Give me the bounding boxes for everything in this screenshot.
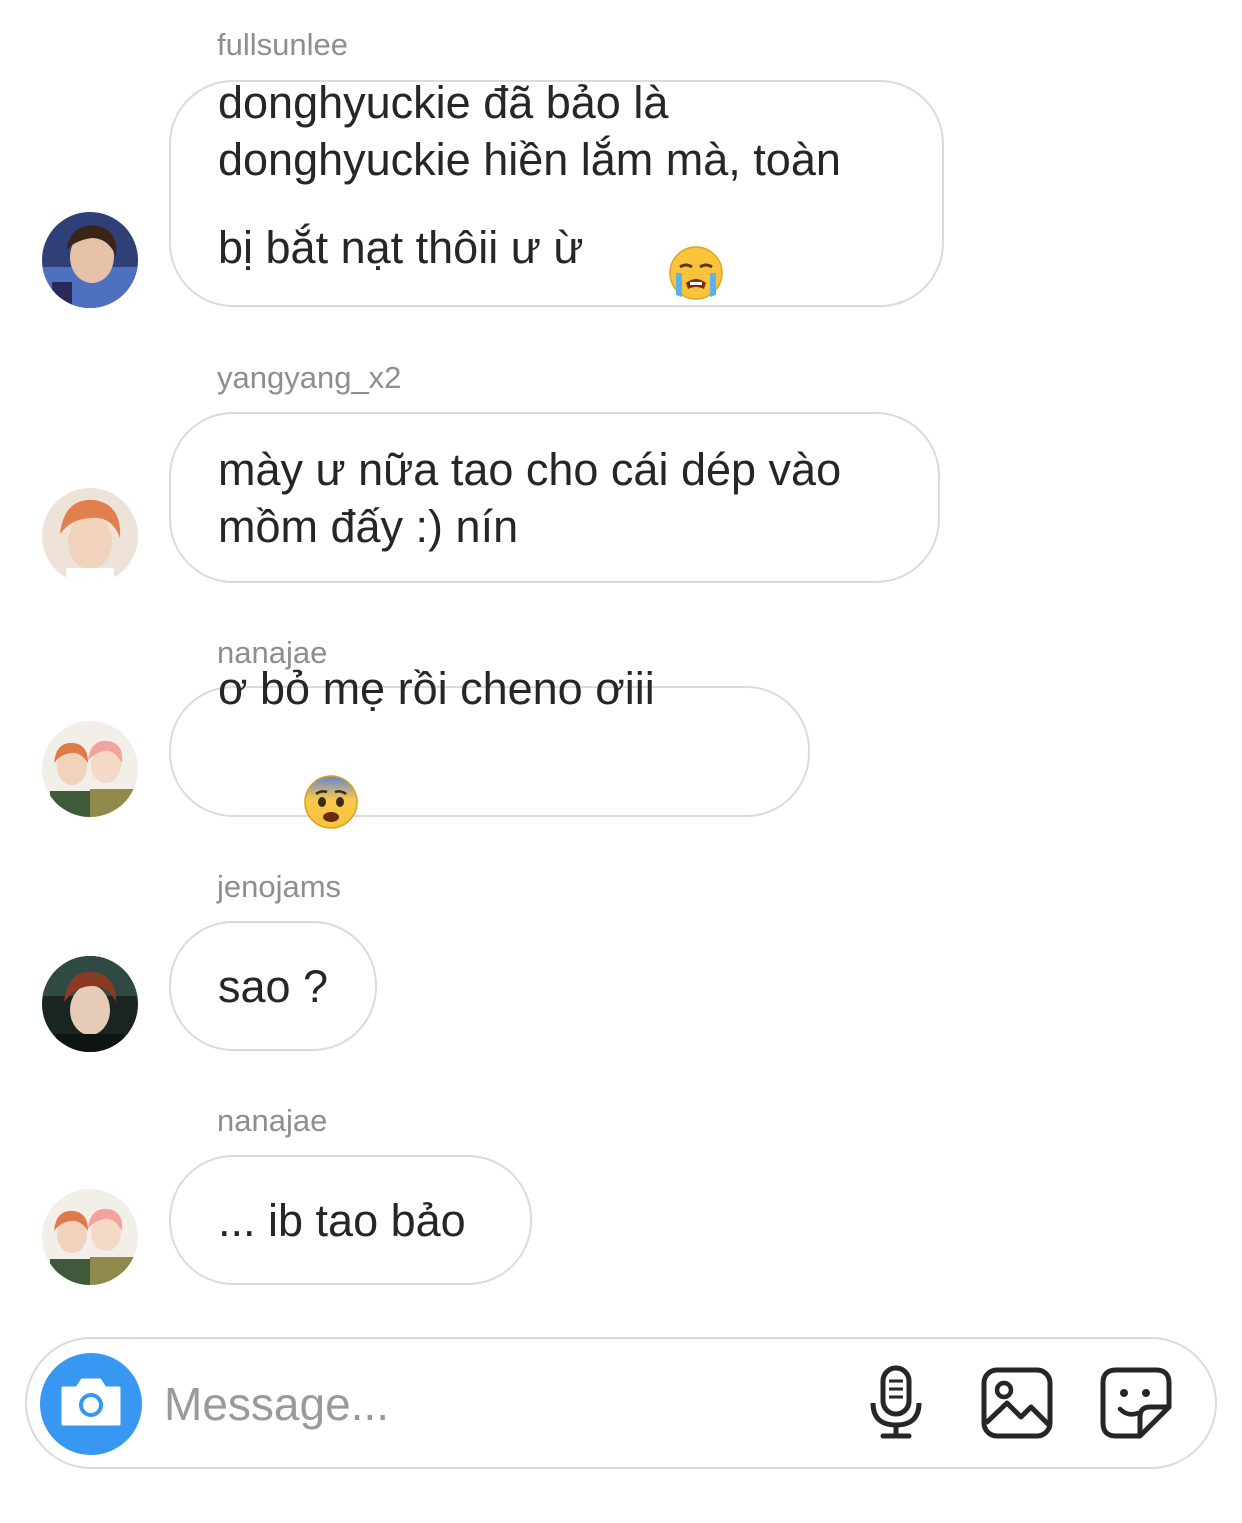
avatar[interactable] [42,721,138,817]
sender-name: nanajae [217,1103,328,1138]
message-bubble[interactable]: ... ib tao bảo [169,1155,532,1285]
anxious-face-with-sweat-icon [228,717,359,843]
gallery-icon [981,1367,1053,1444]
sender-name: fullsunlee [217,27,348,62]
avatar[interactable] [42,212,138,308]
gallery-button[interactable] [979,1367,1055,1443]
loudly-crying-face-icon [593,188,724,314]
message-bubble[interactable]: sao ? [169,921,377,1051]
message-composer [25,1337,1217,1469]
message-text: mày ư nữa tao cho cái dép vào mồm đấy :)… [218,443,842,552]
microphone-button[interactable] [858,1365,934,1446]
message-text: ... ib tao bảo [218,1194,466,1246]
message-text: ơ bỏ mẹ rồi cheno ơiii [218,663,655,714]
sticker-button[interactable] [1098,1367,1174,1443]
avatar[interactable] [42,956,138,1052]
message-bubble[interactable]: ơ bỏ mẹ rồi cheno ơiii [169,663,810,829]
sender-name: jenojams [217,869,342,904]
message-bubble[interactable]: mày ư nữa tao cho cái dép vào mồm đấy :)… [169,412,940,583]
microphone-icon [868,1365,924,1446]
camera-icon [59,1376,123,1433]
message-text: donghyuckie đã bảo là donghyuckie hiền l… [218,76,841,273]
message-bubble[interactable]: donghyuckie đã bảo là donghyuckie hiền l… [169,76,944,307]
message-input[interactable] [164,1369,824,1439]
message-text: sao ? [218,960,329,1012]
sender-name: yangyang_x2 [217,360,402,395]
camera-button[interactable] [40,1353,142,1455]
sticker-icon [1100,1367,1172,1444]
avatar[interactable] [42,488,138,584]
avatar[interactable] [42,1189,138,1285]
